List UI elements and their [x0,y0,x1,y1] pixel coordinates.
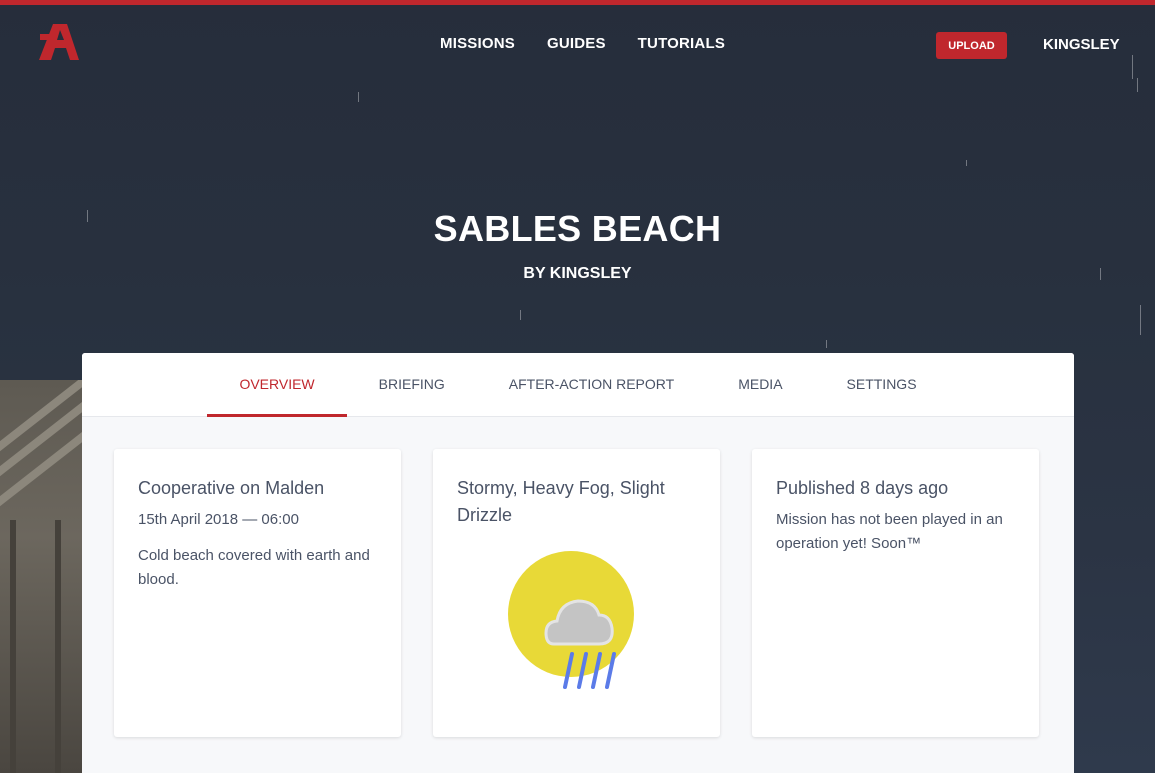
rain-streak [826,340,827,348]
published-date: Published 8 days ago [776,478,949,498]
tab-briefing[interactable]: BRIEFING [347,353,477,416]
arma-a-logo[interactable] [39,24,79,60]
user-menu[interactable]: KINGSLEY [1043,36,1120,53]
operation-status: Mission has not been played in an operat… [776,511,1003,552]
nav-links: MISSIONS GUIDES TUTORIALS [440,35,725,52]
overview-cards: Cooperative on Malden 15th April 2018 — … [114,449,1039,737]
nav-tutorials[interactable]: TUTORIALS [638,35,725,52]
mission-title: SABLES BEACH [433,208,722,249]
weather-description: Stormy, Heavy Fog, Slight Drizzle [457,478,665,525]
mission-datetime: 15th April 2018 — 06:00 [138,511,299,528]
mission-mode: Cooperative on Malden [138,478,325,498]
rain-streak [358,92,359,102]
rain-streak [1140,305,1141,335]
nav-missions[interactable]: MISSIONS [440,35,515,52]
upload-button[interactable]: UPLOAD [936,32,1007,59]
rain-streak [520,310,521,320]
tab-media[interactable]: MEDIA [706,353,814,416]
sun-cloud-rain-icon [507,551,634,689]
nav-guides[interactable]: GUIDES [547,35,606,52]
publish-card: Published 8 days ago Mission has not bee… [752,449,1039,737]
mission-description: Cold beach covered with earth and blood. [138,547,370,588]
mission-author: BY KINGSLEY [523,265,632,282]
navbar: MISSIONS GUIDES TUTORIALS UPLOAD KINGSLE… [0,5,1155,85]
tab-overview[interactable]: OVERVIEW [207,353,347,417]
tab-settings[interactable]: SETTINGS [815,353,949,416]
tab-after-action-report[interactable]: AFTER-ACTION REPORT [477,353,706,416]
mission-info-card: Cooperative on Malden 15th April 2018 — … [114,449,401,737]
background-structure [0,380,82,773]
tab-bar: OVERVIEW BRIEFING AFTER-ACTION REPORT ME… [82,353,1074,417]
rain-streak [966,160,967,166]
mission-panel: OVERVIEW BRIEFING AFTER-ACTION REPORT ME… [82,353,1074,773]
weather-card: Stormy, Heavy Fog, Slight Drizzle [433,449,720,737]
